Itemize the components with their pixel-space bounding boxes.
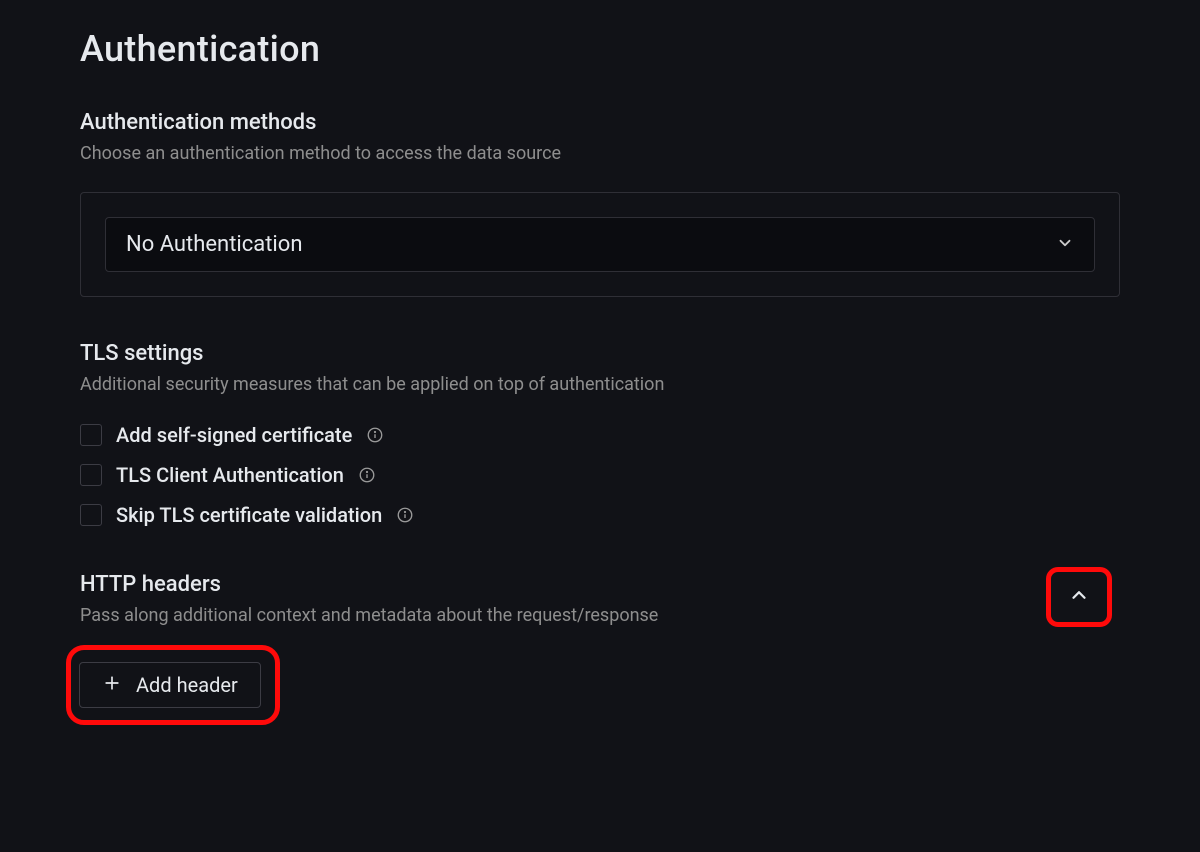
tls-settings-section: TLS settings Additional security measure… <box>80 341 1120 527</box>
auth-method-select[interactable]: No Authentication <box>105 217 1095 272</box>
checkbox-label: Add self-signed certificate <box>116 423 352 447</box>
auth-methods-title: Authentication methods <box>80 110 1120 135</box>
info-icon[interactable] <box>358 466 376 484</box>
auth-methods-section: Authentication methods Choose an authent… <box>80 110 1120 297</box>
checkbox-label: TLS Client Authentication <box>116 463 344 487</box>
auth-methods-description: Choose an authentication method to acces… <box>80 143 1120 164</box>
checkbox-skip-validation[interactable] <box>80 504 102 526</box>
tls-option-self-signed: Add self-signed certificate <box>80 423 1120 447</box>
tls-settings-title: TLS settings <box>80 341 1120 366</box>
page-title: Authentication <box>80 28 1120 70</box>
tls-settings-description: Additional security measures that can be… <box>80 374 1120 395</box>
tls-options-list: Add self-signed certificate TLS Client A… <box>80 423 1120 527</box>
info-icon[interactable] <box>366 426 384 444</box>
chevron-down-icon <box>1056 234 1074 256</box>
chevron-up-icon <box>1068 584 1090 610</box>
checkbox-self-signed[interactable] <box>80 424 102 446</box>
add-header-label: Add header <box>136 673 238 697</box>
checkbox-label: Skip TLS certificate validation <box>116 503 382 527</box>
auth-method-select-container: No Authentication <box>80 192 1120 297</box>
tls-option-client-auth: TLS Client Authentication <box>80 463 1120 487</box>
checkbox-client-auth[interactable] <box>80 464 102 486</box>
http-headers-section: HTTP headers Pass along additional conte… <box>80 571 1120 725</box>
add-header-button[interactable]: Add header <box>79 662 261 708</box>
auth-method-select-value: No Authentication <box>126 232 302 257</box>
add-header-highlight: Add header <box>66 645 280 725</box>
tls-option-skip-validation: Skip TLS certificate validation <box>80 503 1120 527</box>
http-headers-description: Pass along additional context and metada… <box>80 605 1046 626</box>
collapse-toggle-button[interactable] <box>1046 567 1112 627</box>
http-headers-title: HTTP headers <box>80 572 1046 597</box>
info-icon[interactable] <box>396 506 414 524</box>
plus-icon <box>102 673 122 697</box>
